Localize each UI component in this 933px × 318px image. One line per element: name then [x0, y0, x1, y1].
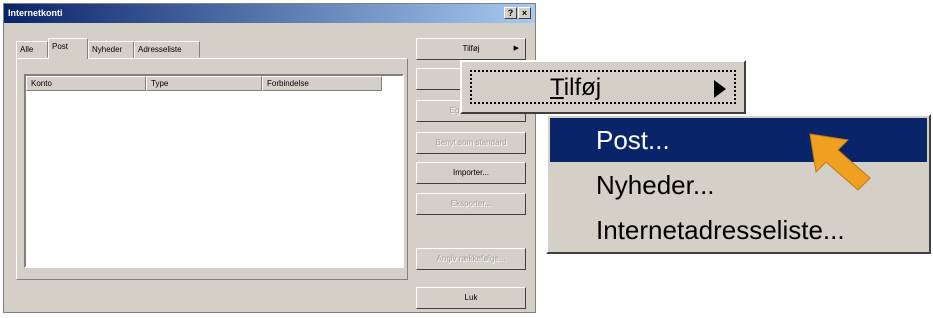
accounts-list[interactable]: Konto Type Forbindelse [24, 74, 404, 268]
set-default-button[interactable]: Benyt som standard [416, 132, 526, 154]
add-menu-zoom: Tilføj [460, 60, 746, 114]
add-menu-accelerator: T [550, 74, 564, 101]
import-button[interactable]: Importer... [416, 162, 526, 184]
menu-item-internetadresseliste[interactable]: Internetadresseliste... [550, 208, 927, 252]
export-button[interactable]: Eksporter... [416, 193, 526, 215]
column-header-type[interactable]: Type [146, 76, 262, 91]
tab-nyheder[interactable]: Nyheder [88, 41, 134, 58]
set-order-button[interactable]: Angiv rækkefølge... [416, 248, 526, 270]
window-title: Internetkonti [8, 8, 63, 18]
help-button[interactable]: ? [504, 7, 517, 19]
list-header: Konto Type Forbindelse [26, 76, 402, 91]
title-bar: Internetkonti ? × [4, 4, 535, 23]
pointer-arrow-icon [809, 133, 871, 191]
column-header-forbindelse[interactable]: Forbindelse [262, 76, 382, 91]
add-button-label: Tilføj [462, 44, 480, 53]
add-menu-label-rest: ilføj [563, 74, 602, 101]
tab-adresseliste[interactable]: Adresseliste [134, 41, 200, 58]
submenu-arrow-icon [714, 80, 726, 98]
close-button[interactable]: Luk [416, 287, 526, 309]
add-menu-item[interactable]: Tilføj [470, 70, 736, 104]
column-header-konto[interactable]: Konto [26, 76, 146, 91]
tab-post[interactable]: Post [48, 38, 88, 59]
tab-alle[interactable]: Alle [16, 41, 48, 58]
add-menu-label: Tilføj [550, 74, 601, 102]
add-button[interactable]: Tilføj ▶ [416, 38, 526, 60]
close-window-button[interactable]: × [518, 7, 531, 19]
chevron-right-icon: ▶ [513, 45, 519, 52]
